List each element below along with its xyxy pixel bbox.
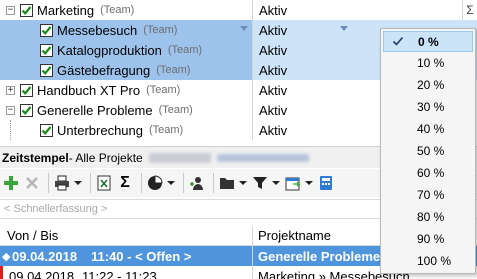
status-marker [0,266,3,279]
checkbox-icon[interactable] [20,3,33,17]
toolbar-separator [48,173,49,193]
tree-item-label: Unterbrechung [57,122,143,138]
blurred-user-name [148,152,211,163]
row-time: 11:40 - < Offen > [91,248,192,264]
team-label: (Team) [158,104,193,116]
team-label: (Team) [143,24,178,36]
chevron-down-icon[interactable] [340,26,348,31]
toolbar-separator [90,173,91,193]
menu-item-20[interactable]: 20 % [383,74,473,95]
menu-item-label: 60 % [417,165,445,180]
menu-item-label: 100 % [417,253,452,268]
menu-item-label: 0 % [418,34,439,49]
add-user-icon[interactable] [188,171,206,195]
add-icon[interactable] [2,171,20,195]
panel-title: Zeitstempel [2,150,69,165]
pin-icon: ◆ [2,251,11,263]
calculator-icon[interactable] [317,171,335,195]
delete-icon[interactable] [23,171,41,195]
calendar-icon[interactable] [284,171,314,195]
menu-item-label: 10 % [417,55,445,70]
panel-subtitle: - Alle Projekte [68,150,143,165]
menu-item-label: 90 % [417,231,445,246]
checkbox-icon[interactable] [20,103,33,117]
pie-chart-icon[interactable] [146,171,176,195]
menu-item-80[interactable]: 80 % [383,206,473,227]
team-label: (Team) [167,44,203,56]
menu-item-label: 50 % [417,143,445,158]
folder-icon[interactable] [218,171,248,195]
checkbox-icon[interactable] [20,83,33,97]
chevron-down-icon[interactable] [240,26,248,31]
excel-export-icon[interactable] [95,171,113,195]
toolbar-separator [183,173,184,193]
tree-row-marketing[interactable]: − Marketing (Team) Aktiv Σ [0,0,477,20]
row-project: Generelle Probleme [258,248,381,264]
column-header-von-bis[interactable]: Von / Bis [7,228,58,243]
menu-item-30[interactable]: 30 % [383,96,473,117]
menu-item-60[interactable]: 60 % [383,162,473,183]
menu-item-100[interactable]: 100 % [383,250,473,271]
expand-icon[interactable]: + [6,85,15,95]
row-date: 09.04.2018 [12,248,78,264]
menu-item-70[interactable]: 70 % [383,184,473,205]
tree-item-label: Handbuch XT Pro [37,82,141,98]
tree-item-label: Katalogproduktion [57,42,162,58]
tree-item-label: Gästebefragung [57,62,151,78]
menu-item-label: 80 % [417,209,445,224]
team-label: (Team) [149,124,184,136]
menu-item-50[interactable]: 50 % [383,140,473,161]
tree-item-label: Generelle Probleme [37,102,153,118]
menu-item-label: 40 % [417,121,445,136]
tree-item-label: Messebesuch [57,22,138,38]
tree-item-label: Marketing [37,2,95,18]
checkbox-icon[interactable] [40,23,53,37]
menu-item-40[interactable]: 40 % [383,118,473,139]
row-time: 11:22 - 11:23 [82,268,157,279]
checkbox-icon[interactable] [40,43,53,57]
blurred-date-info [216,153,309,162]
sum-icon[interactable]: Σ [116,171,134,195]
status-cell[interactable]: Aktiv [252,0,462,20]
menu-item-label: 20 % [417,77,445,92]
menu-item-label: 70 % [417,187,445,202]
menu-item-0[interactable]: 0 % [383,31,473,52]
checkmark-icon [392,35,404,50]
toolbar-separator [141,173,142,193]
team-label: (Team) [146,84,181,96]
checkbox-icon[interactable] [40,123,53,137]
print-icon[interactable] [53,171,83,195]
checkbox-icon[interactable] [40,63,53,77]
collapse-icon[interactable]: − [6,105,15,115]
collapse-icon[interactable]: − [6,5,15,15]
toolbar-separator [213,173,214,193]
menu-item-90[interactable]: 90 % [383,228,473,249]
team-label: (Team) [100,4,135,16]
column-header-projektname[interactable]: Projektname [258,228,331,243]
row-date: 09.04.2018 [9,268,75,279]
sum-icon: Σ [462,0,477,20]
progress-dropdown-menu: 0 % 10 % 20 % 30 % 40 % 50 % 60 % 70 % 8… [380,28,476,274]
filter-icon[interactable] [251,171,281,195]
menu-item-10[interactable]: 10 % [383,52,473,73]
menu-item-label: 30 % [417,99,445,114]
team-label: (Team) [156,64,191,76]
